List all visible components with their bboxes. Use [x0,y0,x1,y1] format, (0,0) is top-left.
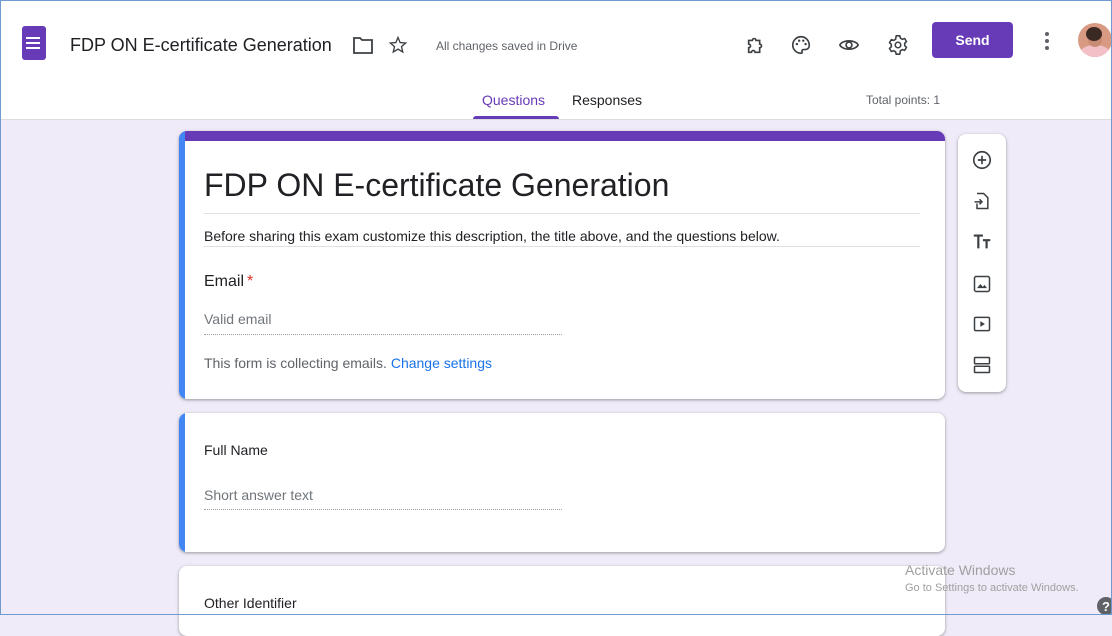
star-icon[interactable] [387,34,409,56]
forms-app-icon[interactable] [22,26,46,60]
form-description-field[interactable]: Before sharing this exam customize this … [204,228,780,244]
preview-eye-icon[interactable] [838,34,860,56]
tab-questions[interactable]: Questions [482,92,545,108]
question-title: Full Name [204,442,268,458]
save-status: All changes saved in Drive [436,39,578,53]
email-collection-note: This form is collecting emails. Change se… [204,355,492,371]
collecting-text: This form is collecting emails. [204,355,387,371]
question-title: Other Identifier [204,595,297,611]
add-section-icon[interactable] [970,353,994,377]
card-left-accent [179,413,185,552]
question-card[interactable]: Full Name Short answer text [179,413,945,552]
add-video-icon[interactable] [970,312,994,336]
add-image-icon[interactable] [970,272,994,296]
palette-icon[interactable] [790,34,812,56]
title-underline [204,213,920,214]
avatar[interactable] [1078,23,1112,57]
answer-line [204,509,562,510]
email-answer-line [204,334,562,335]
theme-accent-bar [179,131,945,141]
add-title-icon[interactable] [970,230,994,254]
floating-toolbar [958,134,1006,392]
import-questions-icon[interactable] [970,189,994,213]
addon-icon[interactable] [745,34,767,56]
short-answer-placeholder: Short answer text [204,487,313,503]
active-card-indicator [179,131,185,399]
total-points: Total points: 1 [866,93,941,107]
question-card[interactable]: Other Identifier [179,566,945,636]
email-question-label: Email * [204,273,253,291]
email-label-text: Email [204,273,245,290]
help-icon[interactable]: ? [1097,597,1112,615]
change-settings-link[interactable]: Change settings [391,355,492,371]
form-title-field[interactable]: FDP ON E-certificate Generation [204,167,669,204]
description-underline [204,246,920,247]
settings-gear-icon[interactable] [887,34,909,56]
send-button[interactable]: Send [932,22,1013,58]
required-asterisk: * [247,273,254,290]
form-title[interactable]: FDP ON E-certificate Generation [70,35,332,56]
activate-windows-subtitle: Go to Settings to activate Windows. [905,582,1079,594]
form-editor-header: FDP ON E-certificate Generation All chan… [0,0,1112,120]
activate-windows-title: Activate Windows [905,562,1016,578]
active-tab-indicator [473,116,559,119]
folder-icon[interactable] [352,34,374,56]
title-card[interactable]: FDP ON E-certificate Generation Before s… [179,131,945,399]
top-bar: FDP ON E-certificate Generation All chan… [0,0,1112,82]
email-placeholder: Valid email [204,311,272,327]
more-vert-icon[interactable] [1038,30,1056,52]
add-question-icon[interactable] [970,148,994,172]
tab-responses[interactable]: Responses [572,92,642,108]
